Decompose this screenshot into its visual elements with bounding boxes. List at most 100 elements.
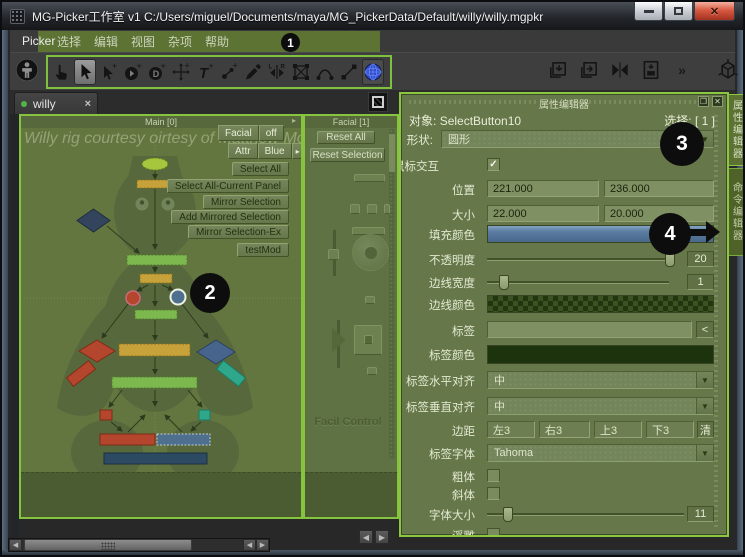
facial-panel[interactable]: Facial [1] Reset All Reset Selection Fac… — [303, 114, 399, 519]
facial-panel-header[interactable]: Facial [1] — [305, 116, 397, 128]
facial-vslider-handle[interactable] — [328, 249, 339, 260]
close-button[interactable]: ✕ — [694, 2, 735, 21]
label-text-input[interactable] — [487, 321, 692, 338]
facial-scroll-left-button[interactable]: ◀ — [359, 530, 373, 544]
scroll-track[interactable] — [22, 539, 243, 551]
toolbar-overflow-icon[interactable]: » — [671, 57, 693, 83]
menu-view[interactable]: 视图 — [131, 30, 155, 52]
facial-pad-e[interactable] — [367, 367, 377, 375]
add-display-button-tool-icon[interactable]: D+ — [146, 59, 168, 85]
export-panel-icon[interactable] — [578, 57, 600, 83]
namespace-grid-button[interactable] — [368, 92, 388, 112]
add-connector-tool-icon[interactable]: + — [218, 59, 240, 85]
add-mirrored-selection-button[interactable]: Add Mirrored Selection — [171, 210, 289, 224]
mirror-lr-tool-icon[interactable]: LR — [266, 59, 288, 85]
size-width-field[interactable]: 22.000 — [487, 205, 599, 222]
facial-scrollbar[interactable] — [389, 129, 395, 459]
select-tool-icon[interactable] — [74, 59, 96, 85]
menu-edit[interactable]: 编辑 — [94, 30, 118, 52]
stroke-width-value[interactable]: 1 — [687, 274, 714, 290]
valign-combo-arrow-icon[interactable]: ▼ — [696, 398, 713, 414]
attr-toggle-button[interactable]: Attr Blue ▸ — [228, 143, 303, 159]
maximize-button[interactable] — [664, 2, 693, 21]
add-move-control-tool-icon[interactable]: + — [170, 59, 192, 85]
label-color-swatch[interactable] — [487, 345, 714, 364]
font-combo[interactable]: Tahoma ▼ — [487, 444, 714, 462]
tab-willy[interactable]: willy × — [14, 92, 98, 114]
valign-combo[interactable]: 中 ▼ — [487, 397, 714, 415]
transform-box-tool-icon[interactable] — [290, 59, 312, 85]
line-tool-icon[interactable] — [338, 59, 360, 85]
opacity-value[interactable]: 20 — [687, 251, 714, 267]
facial-pad-b[interactable] — [367, 204, 377, 214]
reset-all-button[interactable]: Reset All — [317, 131, 375, 144]
italic-checkbox[interactable] — [487, 487, 500, 500]
position-x-field[interactable]: 221.000 — [487, 180, 599, 197]
color-picker-tool-icon[interactable] — [242, 59, 264, 85]
margin-clear-button[interactable]: 清 — [697, 421, 714, 438]
margin-top-field[interactable]: 上3 — [594, 421, 642, 438]
font-size-value[interactable]: 11 — [687, 506, 714, 522]
scroll-left-button-2[interactable]: ◀ — [243, 539, 256, 551]
panel-float-button[interactable]: ❐ — [698, 96, 709, 107]
facial-pad-c[interactable] — [384, 204, 390, 214]
select-all-current-panel-button[interactable]: Select All-Current Panel — [167, 179, 289, 193]
facial-pad-a[interactable] — [350, 204, 360, 214]
dock-tab-command-editor[interactable]: 命令编辑器 — [728, 168, 745, 256]
tab-close-icon[interactable]: × — [85, 98, 91, 110]
mirror-selection-button[interactable]: Mirror Selection — [203, 195, 289, 209]
hand-tool-icon[interactable] — [50, 59, 72, 85]
facial-slider-a[interactable] — [354, 174, 385, 182]
color-wheel-tool-icon[interactable] — [362, 59, 384, 85]
facial-play-handle[interactable] — [330, 328, 348, 352]
testmod-button[interactable]: testMod — [237, 243, 289, 257]
halign-combo-arrow-icon[interactable]: ▼ — [696, 372, 713, 388]
panel-layout-icon[interactable] — [640, 57, 662, 83]
scroll-right-button[interactable]: ▶ — [256, 539, 269, 551]
minimize-button[interactable] — [634, 2, 663, 21]
margin-bottom-field[interactable]: 下3 — [646, 421, 694, 438]
scroll-thumb[interactable] — [24, 539, 192, 551]
stroke-width-slider-handle[interactable] — [499, 275, 509, 290]
font-size-slider-handle[interactable] — [503, 507, 513, 522]
curve-tool-icon[interactable] — [314, 59, 336, 85]
facial-dial[interactable] — [352, 234, 389, 271]
titlebar[interactable]: MG-Picker工作室 v1 C:/Users/miguel/Document… — [2, 2, 743, 30]
panel-close-button[interactable]: ✕ — [712, 96, 723, 107]
opacity-slider-track[interactable] — [487, 258, 669, 261]
mirror-panel-icon[interactable] — [609, 57, 631, 83]
stroke-color-swatch[interactable] — [487, 295, 714, 313]
facial-xy-handle[interactable] — [364, 335, 373, 344]
margin-left-field[interactable]: 左3 — [487, 421, 535, 438]
menu-misc[interactable]: 杂项 — [168, 30, 192, 52]
select-all-button[interactable]: Select All — [232, 162, 289, 176]
stroke-width-slider-track[interactable] — [487, 281, 669, 284]
3d-cube-icon[interactable] — [713, 57, 743, 83]
add-text-tool-icon[interactable]: T+ — [194, 59, 216, 85]
facial-pad-d[interactable] — [365, 296, 375, 304]
facial-toggle-button[interactable]: Facial off — [218, 125, 284, 141]
add-command-button-tool-icon[interactable]: + — [122, 59, 144, 85]
menu-select[interactable]: 选择 — [57, 30, 81, 52]
menu-help[interactable]: 帮助 — [205, 30, 229, 52]
add-select-button-tool-icon[interactable]: + — [98, 59, 120, 85]
mouse-interact-checkbox[interactable]: ✓ — [487, 158, 500, 171]
dock-tab-property-editor[interactable]: 属性编辑器 — [728, 94, 745, 166]
emboss-checkbox[interactable] — [487, 528, 500, 537]
canvas-horizontal-scrollbar[interactable]: ◀ ◀ ▶ — [8, 538, 270, 552]
halign-combo[interactable]: 中 ▼ — [487, 371, 714, 389]
facial-scroll-right-button[interactable]: ▶ — [375, 530, 389, 544]
reset-selection-button[interactable]: Reset Selection — [310, 148, 385, 162]
font-size-slider-track[interactable] — [487, 513, 684, 516]
picker-character-tool-icon[interactable] — [12, 57, 42, 83]
scroll-left-button[interactable]: ◀ — [9, 539, 22, 551]
mirror-selection-ex-button[interactable]: Mirror Selection-Ex — [188, 225, 289, 239]
margin-right-field[interactable]: 右3 — [539, 421, 590, 438]
picker-canvas-panel[interactable]: Main [0] ▸ Willy rig courtesy oirtesy of… — [19, 114, 303, 519]
font-combo-arrow-icon[interactable]: ▼ — [696, 445, 713, 461]
label-pick-button[interactable]: < — [696, 321, 714, 338]
bold-checkbox[interactable] — [487, 469, 500, 482]
import-panel-icon[interactable] — [547, 57, 569, 83]
menu-picker[interactable]: Picker — [22, 30, 55, 52]
position-y-field[interactable]: 236.000 — [604, 180, 714, 197]
